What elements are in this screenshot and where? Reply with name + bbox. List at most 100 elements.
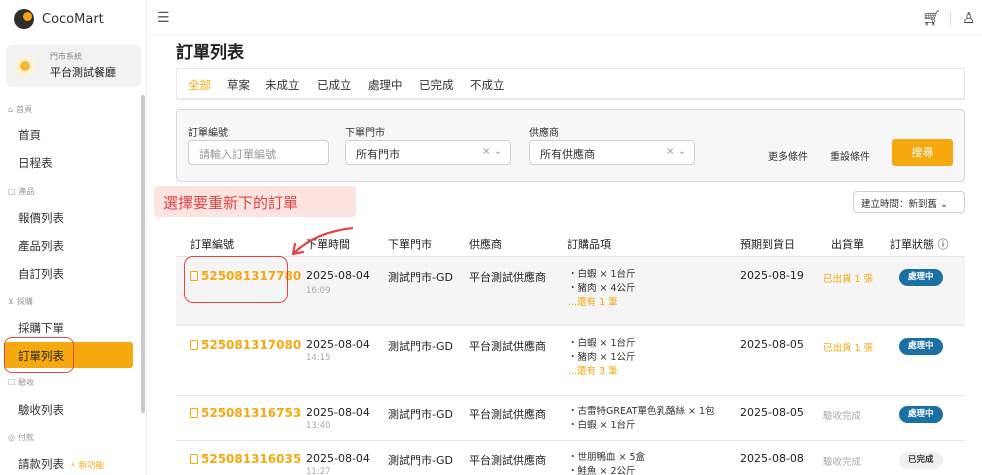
more-items-link[interactable]: ...還有 3 筆 [568, 365, 636, 379]
item-line: ・白蝦 × 1台斤 [568, 338, 636, 349]
col-status: 訂單狀態 ⓘ [890, 236, 949, 252]
order-number-link[interactable]: 525081316753 [190, 406, 301, 420]
shipment-status: 驗收完成 [823, 411, 862, 422]
info-icon[interactable]: ⓘ [938, 238, 949, 251]
order-items: ・白蝦 × 1台斤 ・豬肉 × 4公斤 ...還有 1 筆 [568, 268, 636, 310]
section-label: 驗收 [18, 378, 35, 387]
store-filter-label: 下單門市 [345, 128, 385, 139]
sidebar-item-schedule[interactable]: 日程表 [18, 155, 53, 171]
sidebar-item-billing[interactable]: 請款列表 ⚡ 新功能 [18, 456, 104, 472]
table-row[interactable]: 525081316035 2025-08-04 11:27 測試門市-GD 平台… [176, 441, 965, 475]
order-number-link[interactable]: 525081317080 [190, 338, 301, 352]
tab-failed[interactable]: 不成立 [470, 77, 505, 93]
search-button[interactable]: 搜尋 [892, 139, 953, 166]
order-date: 2025-08-04 [306, 406, 370, 419]
annotation-highlight-sidebar [4, 337, 74, 373]
order-supplier: 平台測試供應商 [469, 271, 546, 284]
store-name: 平台測試餐廳 [50, 66, 116, 79]
sidebar-item-receiving[interactable]: 驗收列表 [18, 402, 64, 418]
col-order-no: 訂單編號 [190, 238, 234, 251]
section-payment: ◎ 付款 [8, 432, 34, 443]
tab-draft[interactable]: 草案 [227, 77, 250, 93]
item-line: ・世朋鴨血 × 5盒 [568, 452, 646, 463]
topbar: ☰ 🛒︎ ♙ [147, 0, 982, 36]
store-select-value: 所有門市 [356, 148, 400, 161]
tab-processing[interactable]: 處理中 [368, 77, 403, 93]
col-status-label: 訂單狀態 [890, 238, 934, 251]
item-line: ・豬肉 × 1公斤 [568, 352, 636, 363]
user-icon[interactable]: ♙ [962, 9, 975, 27]
sidebar-item-purchase[interactable]: 採購下單 [18, 320, 64, 336]
sidebar-item-quotes[interactable]: 報價列表 [18, 210, 64, 226]
status-badge: 處理中 [899, 269, 943, 286]
logo[interactable]: CocoMart [14, 9, 104, 29]
order-store: 測試門市-GD [388, 408, 453, 421]
order-eta: 2025-08-05 [740, 338, 804, 351]
section-label: 採購 [16, 297, 33, 306]
cart-icon[interactable]: 🛒︎ [922, 9, 941, 27]
order-items: ・世朋鴨血 × 5盒 ・鮭魚 × 2公斤 [568, 451, 645, 475]
sidebar-scrollbar[interactable] [141, 95, 145, 413]
section-receiving: ☐ 驗收 [8, 377, 34, 388]
more-items-link[interactable]: ...還有 1 筆 [568, 296, 636, 310]
document-icon [190, 454, 198, 464]
app-name: CocoMart [42, 11, 104, 27]
page-title: 訂單列表 [176, 43, 244, 63]
app-root: CocoMart 門市系統 平台測試餐廳 ⌂ 首頁 首頁 日程表 ▢ 產品 報價列表… [0, 0, 982, 475]
col-supplier: 供應商 [469, 238, 502, 251]
box-icon: ▢ [8, 187, 16, 196]
tab-not-established[interactable]: 未成立 [265, 77, 300, 93]
order-no-input[interactable]: 請輸入訂單編號 [188, 140, 329, 165]
annotation-arrow-icon [291, 226, 354, 256]
shipment-link[interactable]: 已出貨 1 張 [823, 340, 873, 354]
order-eta: 2025-08-05 [740, 406, 804, 419]
logo-icon [14, 9, 34, 29]
document-icon [190, 408, 198, 418]
order-number: 525081317080 [201, 338, 302, 352]
annotation-highlight-order [184, 256, 288, 303]
sort-select[interactable]: 建立時間：新到舊 ⌄ [853, 191, 965, 213]
more-conditions-link[interactable]: 更多條件 [768, 148, 808, 163]
item-line: ・豬肉 × 4公斤 [568, 283, 636, 294]
store-switcher[interactable]: 門市系統 平台測試餐廳 [6, 45, 141, 87]
order-supplier: 平台測試供應商 [469, 454, 546, 467]
order-eta: 2025-08-08 [740, 452, 804, 465]
store-avatar [14, 55, 36, 77]
order-time: 16:09 [306, 286, 331, 296]
dollar-icon: ◎ [8, 433, 15, 442]
sidebar: CocoMart 門市系統 平台測試餐廳 ⌂ 首頁 首頁 日程表 ▢ 產品 報價列表… [0, 0, 147, 475]
supplier-select[interactable]: 所有供應商 × ⌄ [529, 140, 695, 165]
order-date: 2025-08-04 [306, 452, 370, 465]
col-eta: 預期到貨日 [740, 238, 795, 251]
section-product: ▢ 產品 [8, 186, 35, 197]
table-row[interactable]: 525081317080 2025-08-04 14:15 測試門市-GD 平台… [176, 326, 965, 396]
store-system-label: 門市系統 [50, 52, 82, 61]
clear-chevron-icon: × ⌄ [482, 146, 502, 157]
sidebar-item-products[interactable]: 產品列表 [18, 238, 64, 254]
home-icon: ⌂ [8, 105, 14, 114]
filter-panel: 訂單編號 請輸入訂單編號 下單門市 所有門市 × ⌄ 供應商 所有供應商 × ⌄ 更… [176, 109, 965, 182]
tab-all[interactable]: 全部 [188, 77, 211, 93]
sidebar-item-custom[interactable]: 自訂列表 [18, 266, 64, 282]
order-items: ・古雷特GREAT單色乳酪絲 × 1包 ・白蝦 × 1台斤 [568, 405, 715, 433]
order-number: 525081316753 [201, 406, 302, 420]
reset-conditions-link[interactable]: 重設條件 [830, 148, 870, 163]
store-select[interactable]: 所有門市 × ⌄ [345, 140, 511, 165]
shipment-link[interactable]: 已出貨 1 張 [823, 271, 873, 285]
collapse-menu-icon[interactable]: ☰ [157, 10, 170, 26]
order-supplier: 平台測試供應商 [469, 408, 546, 421]
tab-established[interactable]: 已成立 [317, 77, 352, 93]
table-row[interactable]: 525081316753 2025-08-04 13:40 測試門市-GD 平台… [176, 396, 965, 441]
tab-completed[interactable]: 已完成 [419, 77, 454, 93]
order-number: 525081316035 [201, 452, 302, 466]
supplier-select-value: 所有供應商 [540, 148, 595, 161]
shipment-status: 驗收完成 [823, 457, 862, 468]
order-number-link[interactable]: 525081316035 [190, 452, 301, 466]
sidebar-item-home[interactable]: 首頁 [18, 127, 41, 143]
order-store: 測試門市-GD [388, 454, 453, 467]
section-label: 首頁 [16, 105, 33, 114]
table-row[interactable]: 525081317780 2025-08-04 16:09 測試門市-GD 平台… [176, 257, 965, 326]
order-eta: 2025-08-19 [740, 269, 804, 282]
status-badge: 處理中 [899, 338, 943, 355]
divider [950, 12, 951, 26]
